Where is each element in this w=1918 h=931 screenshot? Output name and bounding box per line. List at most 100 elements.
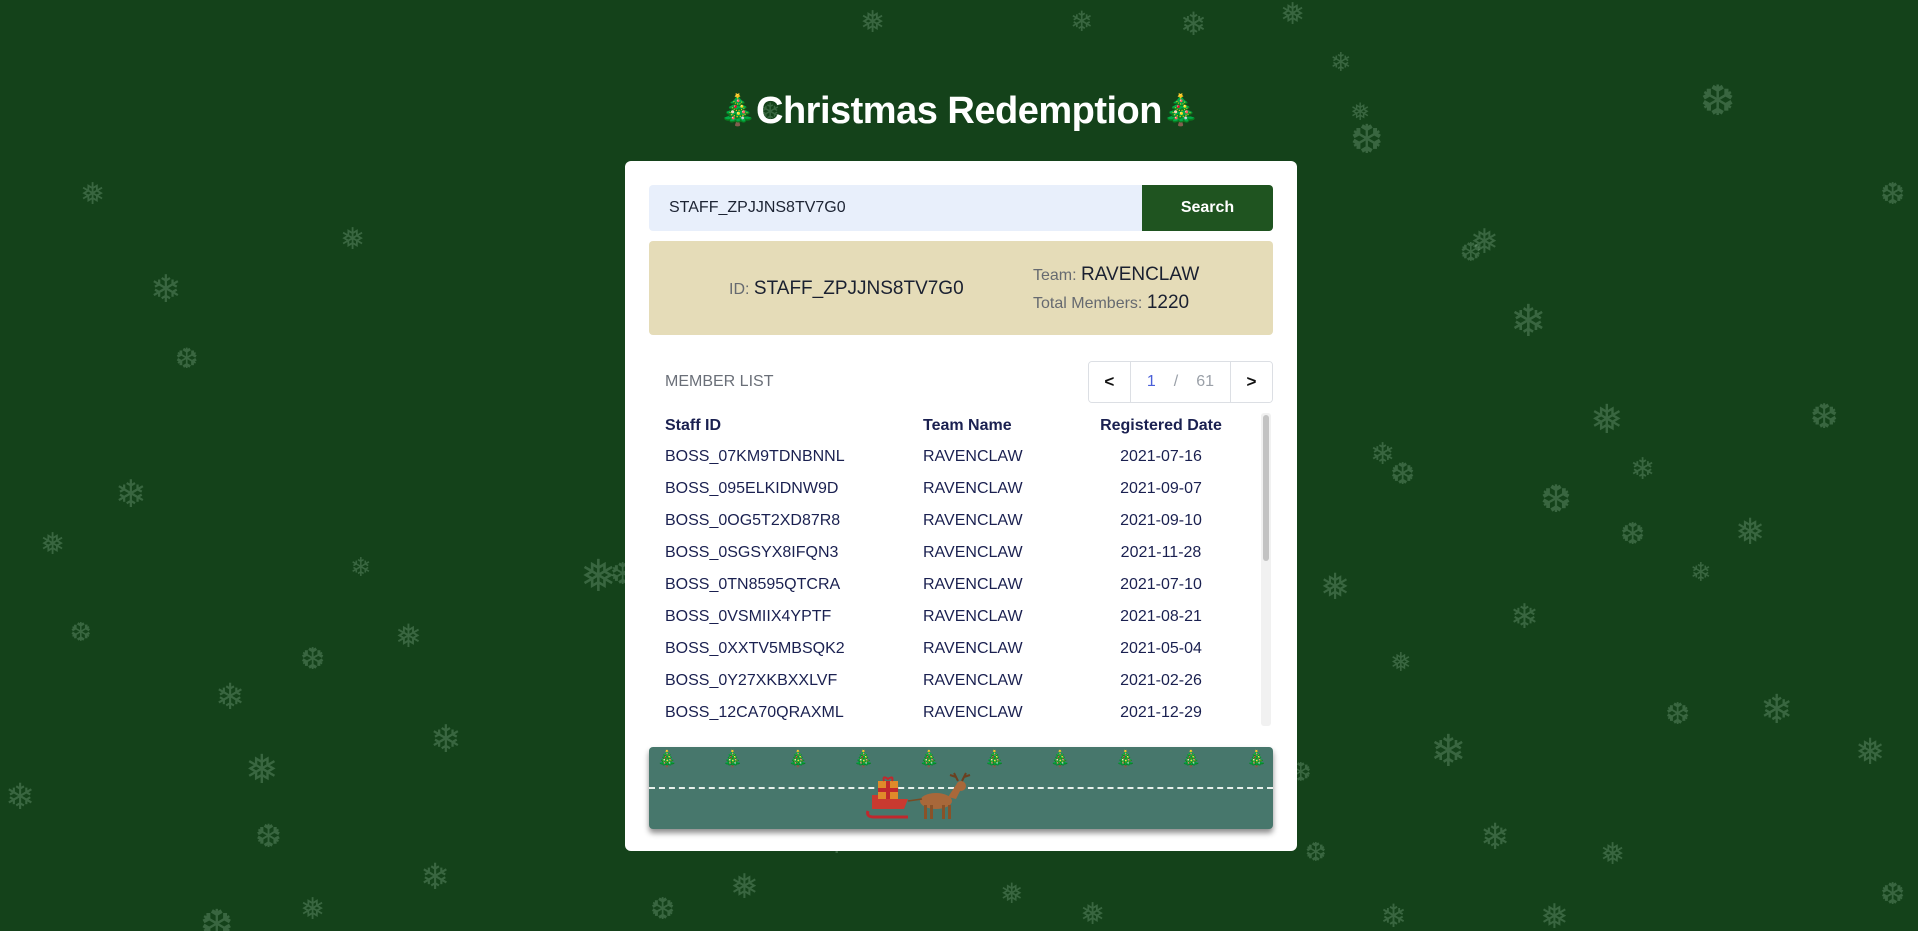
tree-icon: 🎄 xyxy=(719,93,757,128)
snowflake-icon: ❆ xyxy=(175,342,199,375)
snowflake-icon: ❄ xyxy=(1380,897,1407,931)
snowflake-icon: ❅ xyxy=(730,867,759,907)
tree-icon: 🎄 xyxy=(722,749,743,768)
tree-icon: 🎄 xyxy=(1161,93,1199,128)
cell-registered-date: 2021-07-10 xyxy=(1120,576,1202,593)
snowflake-icon: ❆ xyxy=(300,642,326,677)
snowflake-icon: ❅ xyxy=(80,177,106,212)
table-row: BOSS_0TN8595QTCRA RAVENCLAW 2021-07-10 xyxy=(649,569,1259,601)
total-members-label: Total Members: xyxy=(1033,295,1143,312)
member-table-scroll[interactable]: Staff ID Team Name Registered Date BOSS_… xyxy=(649,411,1273,726)
snowflake-icon: ❆ xyxy=(1540,477,1572,521)
cell-staff-id: BOSS_0SGSYX8IFQN3 xyxy=(665,544,839,561)
cell-staff-id: BOSS_0XXTV5MBSQK2 xyxy=(665,640,845,657)
tree-icon: 🎄 xyxy=(984,749,1005,768)
current-page: 1 xyxy=(1146,373,1156,390)
snowflake-icon: ❅ xyxy=(1080,897,1106,931)
snowflake-icon: ❄ xyxy=(1510,597,1539,637)
search-button[interactable]: Search xyxy=(1142,185,1273,231)
snowflake-icon: ❄ xyxy=(1690,558,1712,588)
page-separator: / xyxy=(1173,373,1179,390)
snowflake-icon: ❅ xyxy=(40,527,66,562)
table-scrollbar[interactable] xyxy=(1261,413,1271,726)
snowflake-icon: ❆ xyxy=(200,902,234,931)
cell-staff-id: BOSS_0OG5T2XD87R8 xyxy=(665,512,841,529)
cell-registered-date: 2021-09-10 xyxy=(1120,512,1202,529)
snowflake-icon: ❅ xyxy=(1540,897,1569,931)
snowflake-icon: ❆ xyxy=(255,817,282,855)
snowflake-icon: ❅ xyxy=(1600,837,1626,872)
snowflake-icon: ❆ xyxy=(1620,517,1646,552)
team-label: Team: xyxy=(1033,267,1077,284)
snowflake-icon: ❄ xyxy=(1430,726,1467,777)
cell-staff-id: BOSS_0Y27XKBXXLVF xyxy=(665,672,838,689)
tree-icon: 🎄 xyxy=(1115,749,1136,768)
column-header-staff-id: Staff ID xyxy=(665,417,721,434)
tree-icon: 🎄 xyxy=(788,749,808,768)
snowflake-icon: ❆ xyxy=(1810,397,1839,437)
cell-staff-id: BOSS_07KM9TDNBNNL xyxy=(665,448,845,465)
search-row: Search xyxy=(649,185,1273,231)
table-row: BOSS_12CA70QRAXML RAVENCLAW 2021-12-29 xyxy=(649,697,1259,726)
cell-team-name: RAVENCLAW xyxy=(923,608,1023,625)
snowflake-icon: ❅ xyxy=(1855,732,1886,773)
snowflake-icon: ❄ xyxy=(1370,437,1396,472)
snowflake-icon: ❅ xyxy=(1470,222,1499,262)
redemption-card: Search ID: STAFF_ZPJJNS8TV7G0 Team: RAVE… xyxy=(625,161,1297,851)
table-row: BOSS_095ELKIDNW9D RAVENCLAW 2021-09-07 xyxy=(649,473,1259,505)
column-header-team-name: Team Name xyxy=(923,417,1012,434)
snowflake-icon: ❄ xyxy=(430,717,462,761)
scrollbar-thumb[interactable] xyxy=(1263,415,1269,561)
member-table: Staff ID Team Name Registered Date BOSS_… xyxy=(649,411,1259,726)
snowflake-icon: ❆ xyxy=(1390,457,1416,492)
snowflake-icon: ❅ xyxy=(245,747,279,793)
column-header-registered-date: Registered Date xyxy=(1100,417,1222,434)
table-row: BOSS_0SGSYX8IFQN3 RAVENCLAW 2021-11-28 xyxy=(649,537,1259,569)
tree-icon: 🎄 xyxy=(1181,749,1201,768)
total-members-value: 1220 xyxy=(1146,292,1190,313)
prev-page-button[interactable]: < xyxy=(1088,362,1131,402)
snowflake-icon: ❄ xyxy=(1510,296,1547,347)
pagination: < 1 / 61 > xyxy=(1087,361,1273,403)
snowflake-icon: ❆ xyxy=(1880,877,1906,912)
snowflake-icon: ❅ xyxy=(395,617,422,655)
tree-icon: 🎄 xyxy=(657,749,677,768)
total-pages: 61 xyxy=(1196,373,1214,390)
cell-team-name: RAVENCLAW xyxy=(923,672,1023,689)
snowflake-icon: ❆ xyxy=(1665,697,1691,732)
snowflake-icon: ❅ xyxy=(1590,397,1624,443)
table-row: BOSS_0Y27XKBXXLVF RAVENCLAW 2021-02-26 xyxy=(649,665,1259,697)
page-title: 🎄Christmas Redemption🎄 xyxy=(0,90,1918,133)
cell-team-name: RAVENCLAW xyxy=(923,544,1023,561)
table-row: BOSS_0XXTV5MBSQK2 RAVENCLAW 2021-05-04 xyxy=(649,633,1259,665)
cell-registered-date: 2021-12-29 xyxy=(1120,704,1202,721)
cell-registered-date: 2021-11-28 xyxy=(1120,544,1202,561)
snowflake-icon: ❄ xyxy=(1760,687,1794,733)
next-page-button[interactable]: > xyxy=(1230,362,1272,402)
table-row: BOSS_0OG5T2XD87R8 RAVENCLAW 2021-09-10 xyxy=(649,505,1259,537)
cell-team-name: RAVENCLAW xyxy=(923,448,1023,465)
snowflake-icon: ❅ xyxy=(1000,877,1024,910)
tree-icon: 🎄 xyxy=(853,749,874,768)
info-total-members: Total Members: 1220 xyxy=(1033,292,1189,314)
snowflake-icon: ❆ xyxy=(650,892,676,927)
sleigh-reindeer-icon xyxy=(866,772,971,819)
table-header-row: Staff ID Team Name Registered Date xyxy=(649,411,1259,441)
cell-registered-date: 2021-07-16 xyxy=(1120,448,1202,465)
snowflake-icon: ❄ xyxy=(215,677,246,718)
snowflake-icon: ❅ xyxy=(1735,512,1766,553)
christmas-progress-bar: 🎄 🎄 🎄 🎄 🎄 🎄 🎄 🎄 🎄 🎄 xyxy=(649,747,1273,829)
snowflake-icon: ❆ xyxy=(1880,177,1906,212)
team-value: RAVENCLAW xyxy=(1081,264,1200,285)
member-list-title: MEMBER LIST xyxy=(665,373,774,390)
page-indicator: 1 / 61 xyxy=(1131,362,1230,402)
cell-team-name: RAVENCLAW xyxy=(923,576,1023,593)
cell-team-name: RAVENCLAW xyxy=(923,480,1023,497)
snowflake-icon: ❅ xyxy=(1280,0,1306,32)
snowflake-icon: ❄ xyxy=(115,472,147,516)
cell-registered-date: 2021-08-21 xyxy=(1120,608,1202,625)
snowflake-icon: ❅ xyxy=(340,222,366,257)
staff-id-search-input[interactable] xyxy=(649,185,1142,231)
table-row: BOSS_07KM9TDNBNNL RAVENCLAW 2021-07-16 xyxy=(649,441,1259,473)
info-team: Team: RAVENCLAW xyxy=(1033,264,1199,286)
